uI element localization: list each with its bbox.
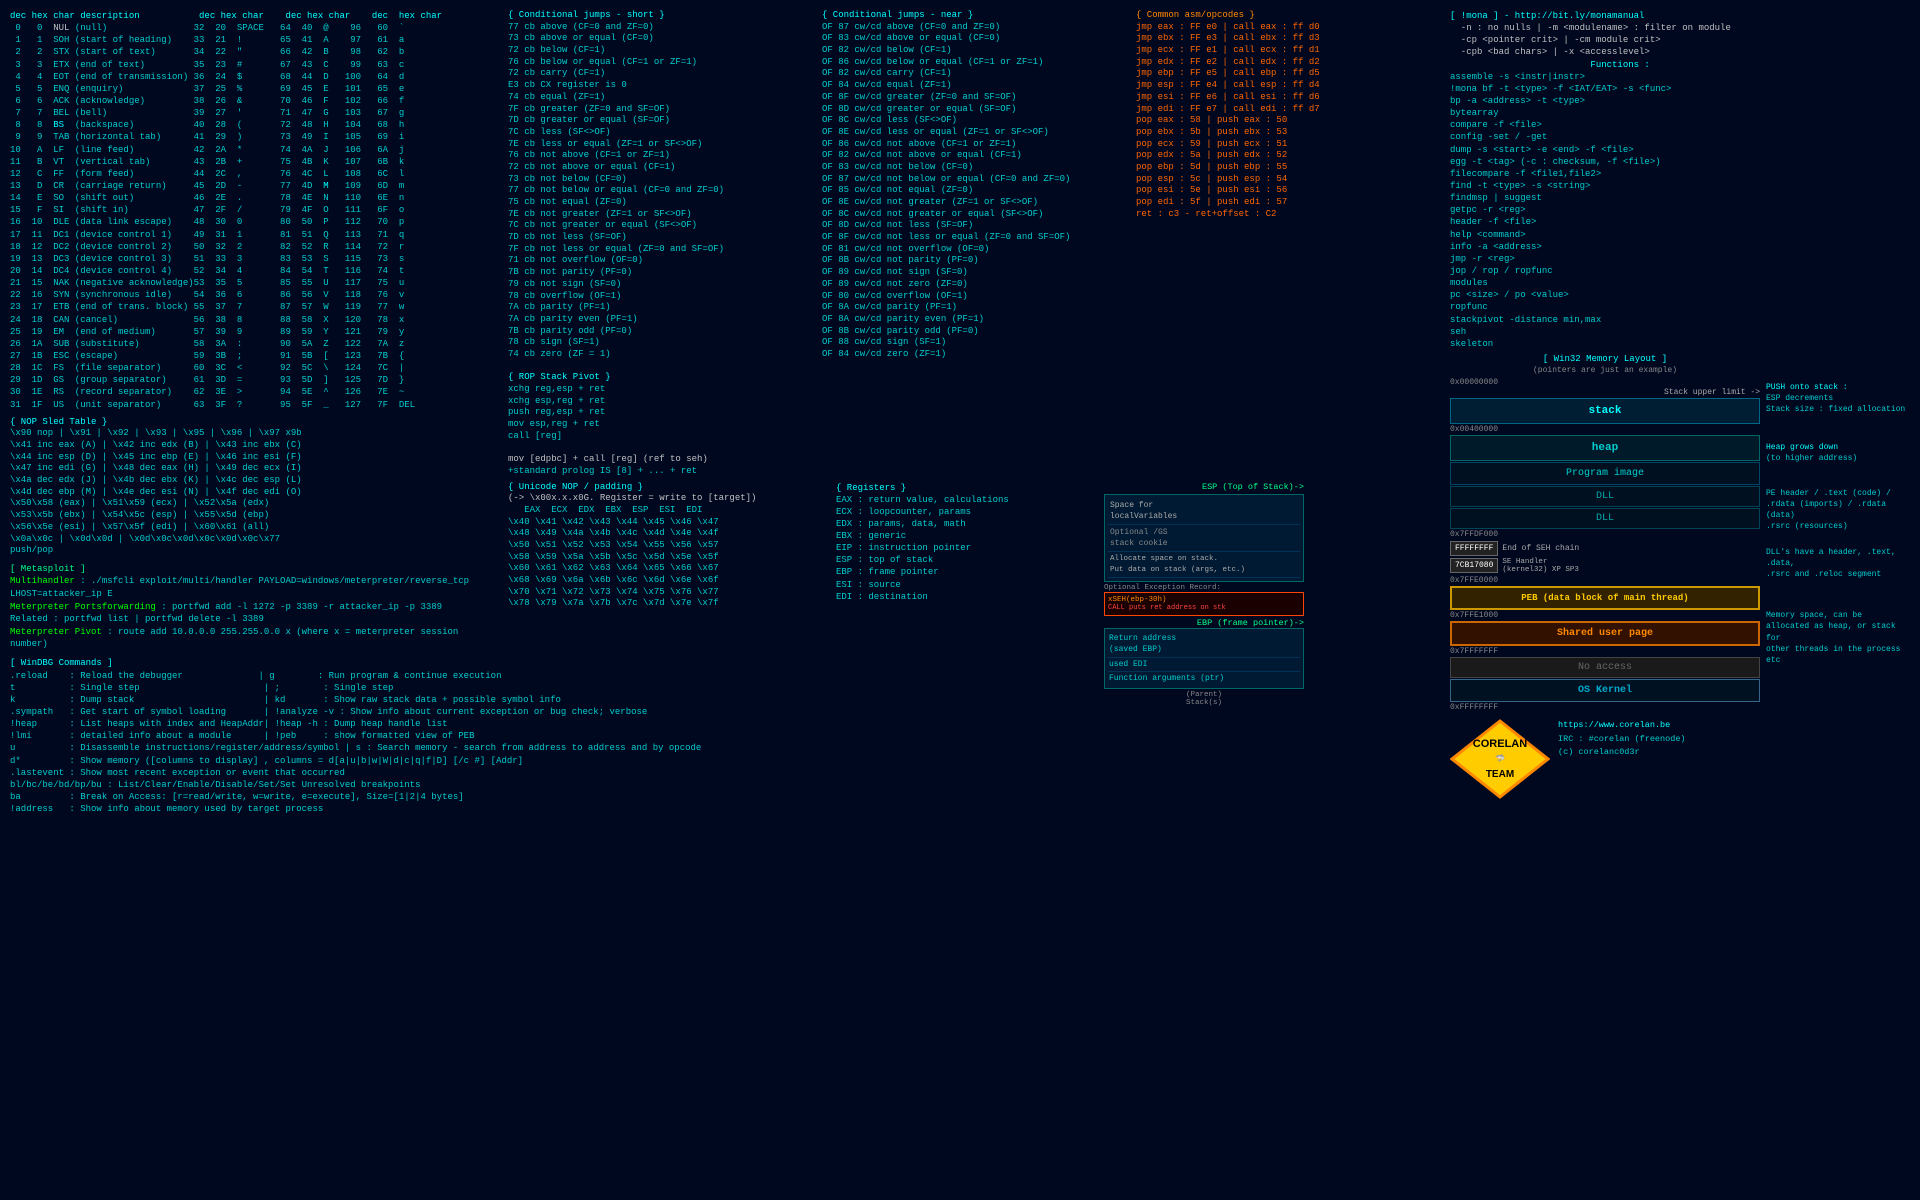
noaccess-box: No access <box>1450 657 1760 678</box>
seh-end-label: End of SEH chain <box>1502 544 1579 553</box>
heap-grows-desc: Heap grows down (to higher address) <box>1766 442 1906 464</box>
corelan-info: https://www.corelan.be IRC : #corelan (f… <box>1558 719 1686 760</box>
shared-user-page-box: Shared user page <box>1450 621 1760 646</box>
jumps-near: { Conditional jumps - near } OF 87 cw/cd… <box>822 10 1128 478</box>
windbg-section: [ WinDBG Commands ] .reload : Reload the… <box>10 657 500 815</box>
metasploit-section: [ Metasploit ] Multihandler : ./msfcli e… <box>10 563 500 651</box>
middle-panel: { Conditional jumps - short } 77 cb abov… <box>508 10 1442 1190</box>
memory-descriptions: PUSH onto stack : ESP decrementsStack si… <box>1766 354 1906 713</box>
peb-box: PEB (data block of main thread) <box>1450 586 1760 610</box>
svg-text:🦈: 🦈 <box>1495 753 1505 763</box>
jumps-short: { Conditional jumps - short } 77 cb abov… <box>508 10 814 478</box>
memory-boxes: [ Win32 Memory Layout ] (pointers are ju… <box>1450 354 1760 713</box>
program-image-box: Program image <box>1450 462 1760 485</box>
dll-box-1: DLL <box>1450 486 1760 507</box>
corelan-irc: IRC : #corelan (freenode) <box>1558 733 1686 747</box>
corelan-logo: CORELAN 🦈 TEAM <box>1450 719 1550 799</box>
heap-box: heap <box>1450 435 1760 461</box>
seh-handler-row: 7CB17080 SE Handler(kernel32) XP SP3 <box>1450 558 1760 574</box>
seh-handler-box: 7CB17080 <box>1450 558 1498 573</box>
mem-alloc-desc: Memory space, can beallocated as heap, o… <box>1766 610 1906 666</box>
addr-0x7ffe1000: 0x7FFE1000 <box>1450 611 1760 620</box>
ffffffff-box: FFFFFFFF <box>1450 541 1498 556</box>
stack-diagram-section: ESP (Top of Stack)-> Space forlocalVaria… <box>1104 482 1442 708</box>
nop-sled-table: { NOP Sled Table } \x90 nop | \x91 | \x9… <box>10 417 500 557</box>
svg-text:CORELAN: CORELAN <box>1473 738 1527 750</box>
svg-text:TEAM: TEAM <box>1486 769 1514 780</box>
unicode-nop-section: { Unicode NOP / padding } (-> \x00x.x.x0… <box>508 482 828 708</box>
kernel-box: OS Kernel <box>1450 679 1760 702</box>
corelan-copyright: (c) corelanc0d3r <box>1558 746 1686 760</box>
push-stack-desc: PUSH onto stack : ESP decrementsStack si… <box>1766 382 1906 416</box>
addr-0x00400000: 0x00400000 <box>1450 425 1760 434</box>
jumps-row: { Conditional jumps - short } 77 cb abov… <box>508 10 1442 478</box>
addr-0x00000000: 0x00000000 <box>1450 378 1760 387</box>
unicode-row: { Unicode NOP / padding } (-> \x00x.x.x0… <box>508 482 1442 708</box>
prog-image-desc: PE header / .text (code) /.rdata (import… <box>1766 488 1906 533</box>
main-container: dec hex char description dec hex char de… <box>0 0 1920 1200</box>
right-panel: [ !mona ] - http://bit.ly/monamanual -n … <box>1450 10 1910 1190</box>
registers-section: { Registers } EAX : return value, calcul… <box>836 482 1096 708</box>
corelan-section: CORELAN 🦈 TEAM https://www.corelan.be IR… <box>1450 719 1910 799</box>
esp-stack-visual: ESP (Top of Stack)-> Space forlocalVaria… <box>1104 482 1304 708</box>
stack-box: stack <box>1450 398 1760 424</box>
corelan-website: https://www.corelan.be <box>1558 719 1686 733</box>
ascii-table: dec hex char description dec hex char de… <box>10 10 500 411</box>
addr-0x7ffdf000: 0x7FFDF000 <box>1450 530 1760 539</box>
dll-desc: DLL's have a header, .text, .data,.rsrc … <box>1766 547 1906 581</box>
content-area: dec hex char description dec hex char de… <box>10 10 1910 1190</box>
asm-opcodes-section: { Common asm/opcodes } jmp eax : FF e0 |… <box>1136 10 1442 478</box>
win32-memory-layout: [ Win32 Memory Layout ] (pointers are ju… <box>1450 354 1910 713</box>
mona-section: [ !mona ] - http://bit.ly/monamanual -n … <box>1450 10 1910 350</box>
addr-0xffffffff: 0xFFFFFFFF <box>1450 703 1760 712</box>
seh-chain-row: FFFFFFFF End of SEH chain <box>1450 541 1760 556</box>
seh-handler-label: SE Handler(kernel32) XP SP3 <box>1502 558 1579 574</box>
left-panel: dec hex char description dec hex char de… <box>10 10 500 1190</box>
addr-0x7fffffff: 0x7FFFFFFF <box>1450 647 1760 656</box>
addr-0x7ffe0000: 0x7FFE0000 <box>1450 576 1760 585</box>
dll-box-2: DLL <box>1450 508 1760 529</box>
